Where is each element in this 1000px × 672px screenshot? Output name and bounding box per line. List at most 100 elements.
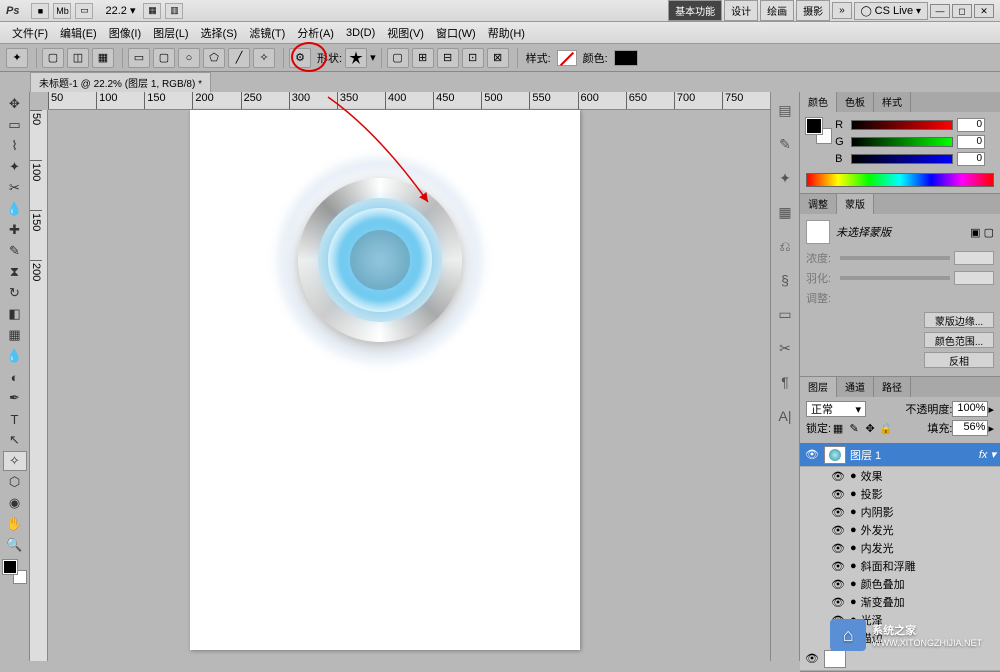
menu-filter[interactable]: 滤镜(T) <box>243 25 291 41</box>
character-icon[interactable]: A| <box>775 406 795 426</box>
workspace-design[interactable]: 设计 <box>724 0 758 21</box>
move-tool[interactable]: ✥ <box>3 94 27 114</box>
zoom-tool[interactable]: 🔍 <box>3 535 27 555</box>
invert-button[interactable]: 反相 <box>924 352 994 368</box>
effect-row[interactable]: 👁●内发光 <box>800 539 1000 557</box>
stamp-tool[interactable]: ⧗ <box>3 262 27 282</box>
workspace-painting[interactable]: 绘画 <box>760 0 794 21</box>
opacity-input[interactable]: 100% <box>952 401 988 417</box>
rect-shape-icon[interactable]: ▭ <box>128 48 150 68</box>
paths-icon[interactable]: ◫ <box>67 48 89 68</box>
bridge-icon[interactable]: ■ <box>31 3 49 19</box>
workspace-more[interactable]: » <box>832 2 852 19</box>
effect-row[interactable]: 👁●颜色叠加 <box>800 575 1000 593</box>
marquee-tool[interactable]: ▭ <box>3 115 27 135</box>
fill-pixels-icon[interactable]: ▦ <box>92 48 114 68</box>
effects-header[interactable]: 👁●效果 <box>800 467 1000 485</box>
close-button[interactable]: ✕ <box>974 4 994 18</box>
shape-layers-icon[interactable]: ▢ <box>42 48 64 68</box>
menu-select[interactable]: 选择(S) <box>195 25 244 41</box>
slider-g[interactable] <box>851 137 953 147</box>
eraser-tool[interactable]: ◧ <box>3 304 27 324</box>
menu-layer[interactable]: 图层(L) <box>147 25 194 41</box>
lock-all-icon[interactable]: 🔒 <box>879 421 893 435</box>
menu-image[interactable]: 图像(I) <box>103 25 147 41</box>
brush-tool[interactable]: ✎ <box>3 241 27 261</box>
menu-file[interactable]: 文件(F) <box>6 25 54 41</box>
effect-row[interactable]: 👁●投影 <box>800 485 1000 503</box>
3d-camera-tool[interactable]: ◉ <box>3 493 27 513</box>
menu-3d[interactable]: 3D(D) <box>340 27 381 39</box>
blur-tool[interactable]: 💧 <box>3 346 27 366</box>
brush-presets-icon[interactable]: ✎ <box>775 134 795 154</box>
feather-slider[interactable] <box>840 276 950 280</box>
tab-channels[interactable]: 通道 <box>837 377 874 397</box>
lock-position-icon[interactable]: ✥ <box>863 421 877 435</box>
dodge-tool[interactable]: ◐ <box>3 367 27 387</box>
slider-r[interactable] <box>851 120 953 130</box>
layer-thumb[interactable] <box>824 446 846 464</box>
zoom-level[interactable]: 22.2 ▾ <box>105 4 135 17</box>
view-icon[interactable]: ▦ <box>143 3 161 19</box>
wand-tool[interactable]: ✦ <box>3 157 27 177</box>
color-panel-swatches[interactable] <box>806 118 832 144</box>
pathop-exclude-icon[interactable]: ⊠ <box>487 48 509 68</box>
pathop-subtract-icon[interactable]: ⊟ <box>437 48 459 68</box>
line-shape-icon[interactable]: ╱ <box>228 48 250 68</box>
workspace-photo[interactable]: 摄影 <box>796 0 830 21</box>
3d-tool[interactable]: ⬡ <box>3 472 27 492</box>
tab-color[interactable]: 颜色 <box>800 92 837 112</box>
swatches-panel-icon[interactable]: ▦ <box>775 202 795 222</box>
lasso-tool[interactable]: ⌇ <box>3 136 27 156</box>
info-icon[interactable]: ▭ <box>775 304 795 324</box>
layer-thumb[interactable] <box>824 650 846 668</box>
arrange-icon[interactable]: ▥ <box>165 3 183 19</box>
pen-tool[interactable]: ✒ <box>3 388 27 408</box>
blend-mode-select[interactable]: 正常▾ <box>806 401 866 417</box>
maximize-button[interactable]: ◻ <box>952 4 972 18</box>
mb-icon[interactable]: Mb <box>53 3 71 19</box>
tab-paths[interactable]: 路径 <box>874 377 911 397</box>
effect-row[interactable]: 👁●渐变叠加 <box>800 593 1000 611</box>
lock-transparent-icon[interactable]: ▦ <box>831 421 845 435</box>
layer-name[interactable]: 图层 1 <box>850 447 881 463</box>
cs-live-button[interactable]: ◯ CS Live ▾ <box>854 2 928 20</box>
value-r[interactable]: 0 <box>957 118 985 132</box>
color-swatch[interactable] <box>614 50 638 66</box>
color-range-button[interactable]: 颜色范围... <box>924 332 994 348</box>
slider-b[interactable] <box>851 154 953 164</box>
density-value[interactable] <box>954 251 994 265</box>
polygon-shape-icon[interactable]: ⬠ <box>203 48 225 68</box>
minimize-button[interactable]: — <box>930 4 950 18</box>
gradient-tool[interactable]: ▦ <box>3 325 27 345</box>
visibility-icon[interactable]: 👁 <box>804 448 820 461</box>
color-spectrum[interactable] <box>806 173 994 187</box>
tool-presets-icon[interactable]: ✂ <box>775 338 795 358</box>
color-swatches[interactable] <box>3 560 27 584</box>
shape-tool[interactable]: ✧ <box>3 451 27 471</box>
value-b[interactable]: 0 <box>957 152 985 166</box>
fill-input[interactable]: 56% <box>952 420 988 436</box>
workspace-essentials[interactable]: 基本功能 <box>668 0 722 21</box>
layer-row[interactable]: 👁 图层 1 fx ▾ <box>800 443 1000 467</box>
paragraph-icon[interactable]: ¶ <box>775 372 795 392</box>
crop-tool[interactable]: ✂ <box>3 178 27 198</box>
doc-icon[interactable]: ▭ <box>75 3 93 19</box>
path-select-tool[interactable]: ↖ <box>3 430 27 450</box>
hand-tool[interactable]: ✋ <box>3 514 27 534</box>
style-swatch[interactable] <box>557 50 577 66</box>
roundrect-shape-icon[interactable]: ▢ <box>153 48 175 68</box>
shape-dropdown-arrow[interactable]: ▾ <box>370 51 376 64</box>
visibility-icon[interactable]: 👁 <box>804 652 820 665</box>
feather-value[interactable] <box>954 271 994 285</box>
tab-adjustments[interactable]: 调整 <box>800 194 837 214</box>
healing-tool[interactable]: ✚ <box>3 220 27 240</box>
eyedropper-tool[interactable]: 💧 <box>3 199 27 219</box>
effect-row[interactable]: 👁●斜面和浮雕 <box>800 557 1000 575</box>
canvas[interactable] <box>190 110 580 650</box>
custom-shape-icon[interactable]: ✧ <box>253 48 275 68</box>
menu-analysis[interactable]: 分析(A) <box>291 25 340 41</box>
menu-view[interactable]: 视图(V) <box>381 25 430 41</box>
lock-pixels-icon[interactable]: ✎ <box>847 421 861 435</box>
pathop-new-icon[interactable]: ▢ <box>387 48 409 68</box>
